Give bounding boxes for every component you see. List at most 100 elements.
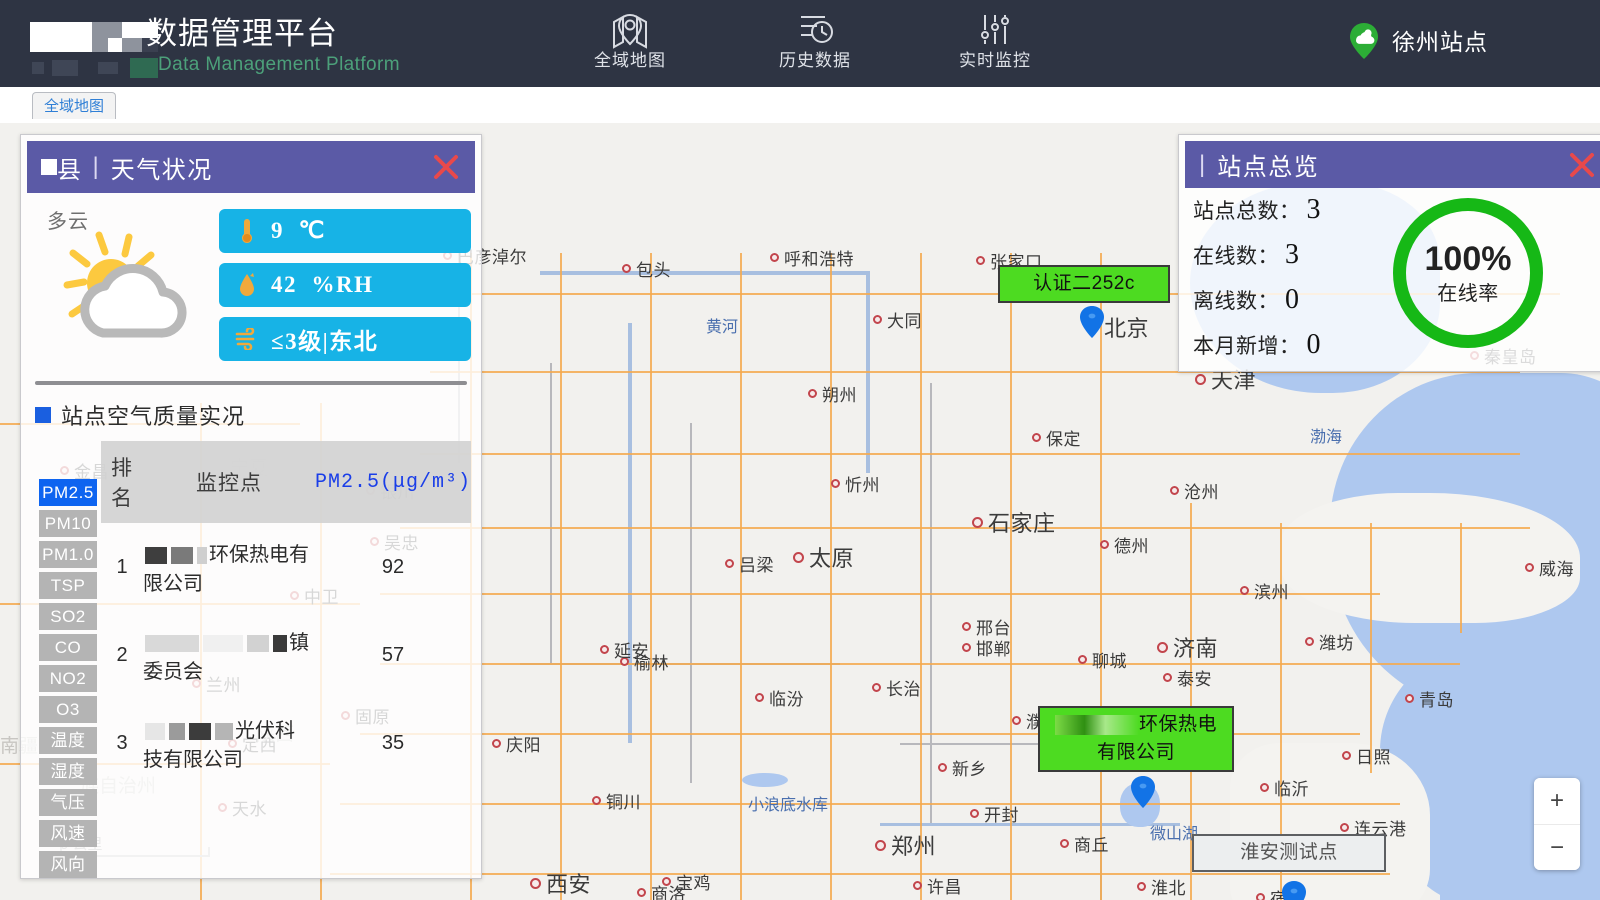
map-water-label: 微山湖 [1150, 820, 1198, 844]
station-stat-list: 站点总数：3在线数：3离线数：0本月新增：0 [1179, 194, 1379, 368]
station-stat-row: 离线数：0 [1193, 284, 1379, 329]
pollutant-tab-no2[interactable]: NO2 [39, 665, 97, 692]
map-city-label: 保定 [1032, 425, 1081, 450]
pollutant-tab-温度[interactable]: 温度 [39, 727, 97, 754]
river-huanghe-2 [866, 273, 870, 473]
zoom-out-button[interactable]: − [1534, 824, 1580, 870]
redaction-block [197, 547, 207, 564]
user-station-label: 徐州站点 [1392, 23, 1488, 57]
map-station-pin-icon[interactable] [1281, 880, 1307, 900]
redaction-block [145, 635, 199, 652]
map-station-pin-icon[interactable] [1079, 305, 1105, 339]
user-station[interactable]: 徐州站点 [1348, 22, 1488, 58]
city-name: 滨州 [1254, 578, 1289, 603]
road-v6 [920, 253, 922, 900]
city-marker-icon [972, 517, 983, 528]
close-icon[interactable] [1569, 152, 1595, 178]
city-name: 庆阳 [506, 731, 541, 756]
cell-rank: 1 [101, 523, 143, 611]
map-city-label: 商洛 [637, 880, 686, 900]
pollutant-tab-风向[interactable]: 风向 [39, 851, 97, 878]
cell-rank: 2 [101, 611, 143, 699]
province-border-4 [930, 383, 932, 823]
air-quality-area: PM2.5PM10PM1.0TSPSO2CONO2O3温度湿度气压风速风向 排名… [31, 441, 471, 900]
map-water-label: 渤海 [1310, 423, 1342, 447]
weather-temperature: 9 ℃ [219, 209, 471, 253]
map-label-certification-text: 认证二252c [1033, 273, 1135, 294]
road-v8 [1100, 253, 1102, 900]
station-stat-row: 在线数：3 [1193, 239, 1379, 284]
city-marker-icon [1240, 586, 1249, 595]
nav-item-history[interactable]: 历史数据 [745, 8, 885, 80]
city-marker-icon [1100, 540, 1109, 549]
map-city-label: 许昌 [913, 873, 962, 898]
station-stat-value: 0 [1285, 284, 1299, 316]
map-city-label: 吕梁 [725, 551, 774, 576]
city-marker-icon [755, 693, 764, 702]
pollutant-tab-so2[interactable]: SO2 [39, 603, 97, 630]
road-v3 [650, 253, 652, 900]
pollutant-tab-气压[interactable]: 气压 [39, 789, 97, 816]
weather-wind: ≤3级|东北 [219, 317, 471, 361]
map-city-label: 铜川 [592, 788, 641, 813]
zoom-in-button[interactable]: + [1534, 778, 1580, 824]
cell-site: 光伏科技有限公司 [143, 699, 315, 787]
map-label-certification[interactable]: 认证二252c [998, 265, 1170, 303]
nav-item-map[interactable]: 全域地图 [560, 8, 700, 80]
title-separator: | [1199, 151, 1205, 179]
redaction-block [203, 635, 243, 652]
pollutant-tab-pm10[interactable]: PM10 [39, 510, 97, 537]
table-row[interactable]: 2镇委员会57 [101, 611, 471, 699]
map-city-label: 临沂 [1260, 775, 1309, 800]
map-zoom-controls[interactable]: + − [1534, 778, 1580, 870]
city-name: 潍坊 [1319, 629, 1354, 654]
weather-wind-direction: 东北 [329, 329, 378, 354]
map-label-power-company[interactable]: 环保热电 有限公司 [1038, 706, 1234, 772]
city-marker-icon [872, 683, 881, 692]
station-stat-label: 离线数： [1193, 285, 1279, 315]
map-city-label: 邯郸 [962, 635, 1011, 660]
station-stat-value: 3 [1285, 239, 1299, 271]
map-water-label: 黄河 [706, 313, 738, 337]
road-h3 [420, 453, 1520, 455]
city-marker-icon [831, 479, 840, 488]
map-city-label: 开封 [970, 801, 1019, 826]
map-station-pin-icon[interactable] [1130, 775, 1156, 809]
city-marker-icon [1012, 716, 1021, 725]
map-city-label: 长治 [872, 675, 921, 700]
redaction-block [215, 723, 233, 740]
city-name: 许昌 [927, 873, 962, 898]
pollutant-tab-湿度[interactable]: 湿度 [39, 758, 97, 785]
brand: 数据管理平台 Data Management Platform [18, 6, 458, 84]
pollutant-tab-pm2-5[interactable]: PM2.5 [39, 479, 97, 506]
close-icon[interactable] [433, 154, 459, 180]
city-name: 新乡 [952, 755, 987, 780]
city-marker-icon [1157, 642, 1168, 653]
map-city-label: 青岛 [1405, 686, 1454, 711]
nav-item-realtime[interactable]: 实时监控 [925, 8, 1065, 80]
pollutant-tab-list[interactable]: PM2.5 PM10 PM1.0 TSP SO2 CO NO2 O3 温度湿度气压风速风向 [39, 479, 97, 882]
city-name: 济南 [1173, 631, 1218, 663]
pollutant-tab-o3[interactable]: O3 [39, 696, 97, 723]
table-row[interactable]: 3光伏科技有限公司35 [101, 699, 471, 787]
nav-item-realtime-label: 实时监控 [925, 50, 1065, 72]
station-stat-value: 0 [1307, 329, 1321, 361]
city-name: 沧州 [1184, 478, 1219, 503]
road-h5 [380, 593, 1380, 595]
pollutant-tab-co[interactable]: CO [39, 634, 97, 661]
map-label-huaian-test-site[interactable]: 淮安测试点 [1192, 834, 1386, 872]
city-marker-icon [793, 552, 804, 563]
city-marker-icon [1195, 374, 1206, 385]
city-marker-icon [1163, 673, 1172, 682]
column-pm25: PM2.5(μg/m³) [315, 441, 471, 523]
pollutant-tab-风速[interactable]: 风速 [39, 820, 97, 847]
weather-panel-header: 县 | 天气状况 [27, 141, 475, 193]
table-row[interactable]: 1环保热电有限公司92 [101, 523, 471, 611]
station-stat-value: 3 [1307, 194, 1321, 226]
city-marker-icon [1060, 839, 1069, 848]
pollutant-tab-tsp[interactable]: TSP [39, 572, 97, 599]
weather-panel-body: 多云 [21, 193, 481, 879]
tab-global-map[interactable]: 全域地图 [32, 92, 116, 119]
pollutant-tab-pm1-0[interactable]: PM1.0 [39, 541, 97, 568]
city-marker-icon [1405, 694, 1414, 703]
